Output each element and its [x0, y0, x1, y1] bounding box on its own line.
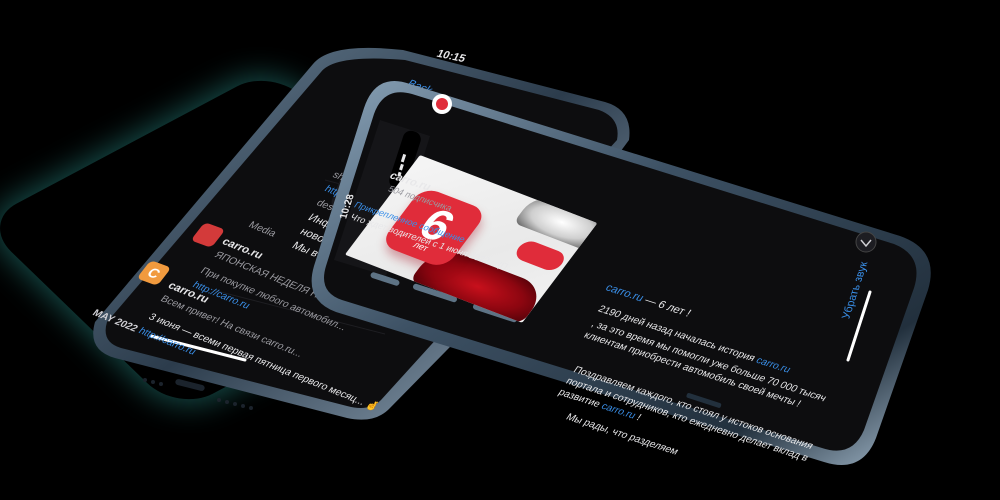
back-lightning-port: [175, 379, 205, 391]
scroll-down-button-bg: [855, 231, 877, 253]
post-paragraph-2-end: !: [634, 412, 644, 424]
front-phone: 6 лет 10:28 carro.ru 504 подписчика Прик…: [300, 60, 960, 480]
phones-scene: 10:15 Back website share link https://t.…: [0, 0, 1000, 500]
channel-avatar-logo: [436, 98, 448, 110]
red-pill-decoration: [511, 238, 569, 274]
